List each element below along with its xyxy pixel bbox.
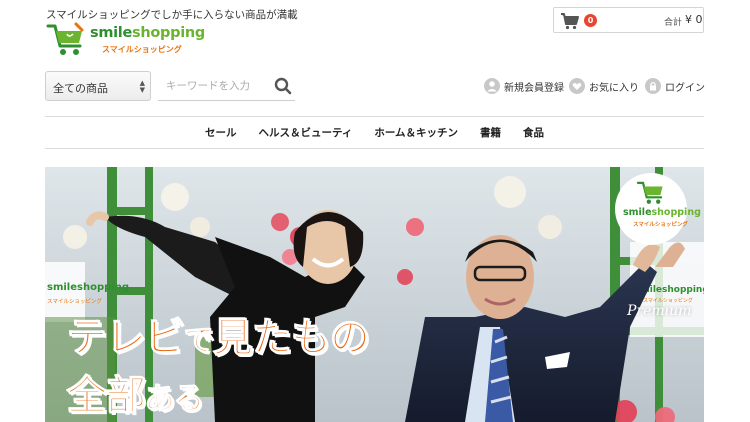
logo-word-smile: smile bbox=[90, 25, 133, 41]
hero-headline-mitamono: 見たもの bbox=[213, 315, 371, 362]
hero-sign-brand-left: smileshopping bbox=[47, 282, 129, 293]
login-link[interactable]: ログイン bbox=[645, 78, 705, 94]
cart-icon bbox=[561, 13, 579, 30]
hero-headline-line2: 全部ある bbox=[67, 363, 205, 421]
hero-badge-word-smile: smile bbox=[623, 207, 652, 218]
hero-badge-word-shopping: shopping bbox=[651, 207, 701, 218]
search-input[interactable] bbox=[158, 71, 268, 100]
nav-item-home-kitchen[interactable]: ホーム＆キッチン bbox=[374, 125, 458, 140]
favorites-link[interactable]: お気に入り bbox=[569, 78, 639, 94]
category-select[interactable]: 全ての商品 ▲ ▼ bbox=[45, 71, 151, 101]
hero-badge-wordmark: smileshopping bbox=[623, 207, 701, 218]
register-link-label: 新規会員登録 bbox=[504, 82, 564, 94]
site-logo[interactable]: smileshopping スマイルショッピング bbox=[46, 22, 205, 58]
logo-cart-icon bbox=[46, 22, 84, 55]
nav-item-books[interactable]: 書籍 bbox=[480, 125, 501, 140]
lock-icon bbox=[645, 78, 661, 94]
hero-headline-line1: テレビで見たもの bbox=[67, 305, 371, 363]
hero-sign-brand-left-sub: スマイルショッピング bbox=[47, 297, 102, 305]
logo-wordmark: smileshopping bbox=[90, 25, 205, 41]
nav-item-food[interactable]: 食品 bbox=[523, 125, 544, 140]
hero-premium-sign: Premium bbox=[627, 303, 692, 319]
hero-banner[interactable]: smileshopping スマイルショッピング smileshopping ス… bbox=[45, 167, 704, 422]
category-select-value: 全ての商品 bbox=[53, 82, 108, 95]
hero-badge-cart-icon bbox=[636, 181, 663, 204]
cart-total-value: ¥ 0 bbox=[685, 13, 703, 26]
cart-total-label: 合計 bbox=[664, 18, 683, 28]
user-icon bbox=[484, 78, 500, 94]
heart-icon bbox=[569, 78, 585, 94]
hero-headline-zenbu: 全部 bbox=[67, 373, 147, 420]
header-tagline: スマイルショッピングでしか手に入らない商品が満載 bbox=[46, 9, 298, 21]
hero-headline-tv: テレビ bbox=[67, 315, 186, 362]
register-link[interactable]: 新規会員登録 bbox=[484, 78, 564, 94]
select-arrows-icon: ▲ ▼ bbox=[139, 79, 145, 94]
hero-headline-de: で bbox=[184, 324, 215, 360]
hero-headline-aru: ある bbox=[145, 382, 205, 418]
main-nav: セール ヘルス＆ビューティ ホーム＆キッチン 書籍 食品 bbox=[45, 117, 704, 148]
nav-item-sale[interactable]: セール bbox=[205, 125, 237, 140]
nav-divider-bottom bbox=[45, 148, 704, 149]
nav-item-health-beauty[interactable]: ヘルス＆ビューティ bbox=[258, 125, 352, 140]
favorites-link-label: お気に入り bbox=[589, 82, 639, 94]
cart-count-badge: 0 bbox=[584, 14, 597, 27]
hero-badge-subtitle: スマイルショッピング bbox=[633, 222, 688, 228]
search-icon[interactable] bbox=[274, 77, 292, 95]
logo-word-shopping: shopping bbox=[132, 25, 205, 41]
login-link-label: ログイン bbox=[665, 82, 705, 94]
logo-subtitle: スマイルショッピング bbox=[102, 45, 182, 54]
cart-button[interactable]: 0 合計 ¥ 0 bbox=[553, 7, 704, 33]
search-box bbox=[158, 71, 295, 101]
